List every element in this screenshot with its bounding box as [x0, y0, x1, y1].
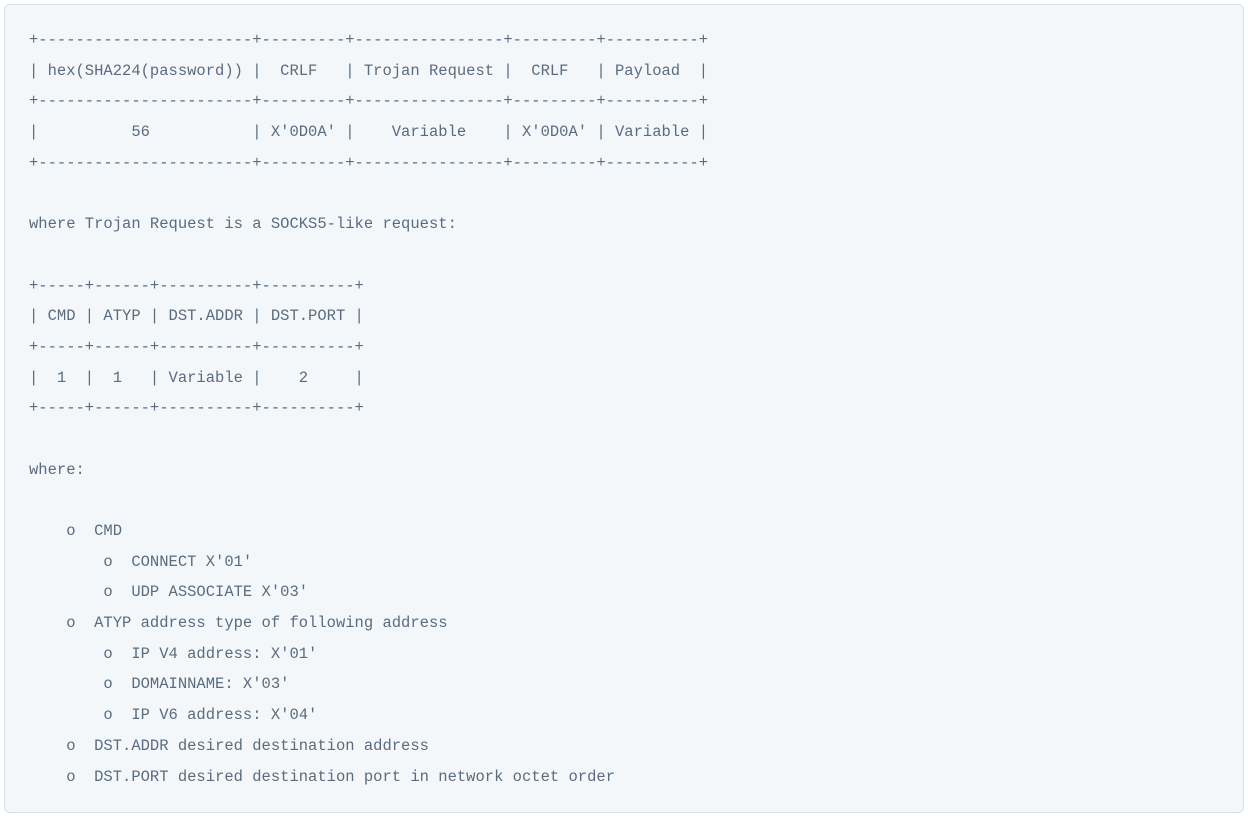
code-block: +-----------------------+---------+-----… [4, 4, 1244, 813]
